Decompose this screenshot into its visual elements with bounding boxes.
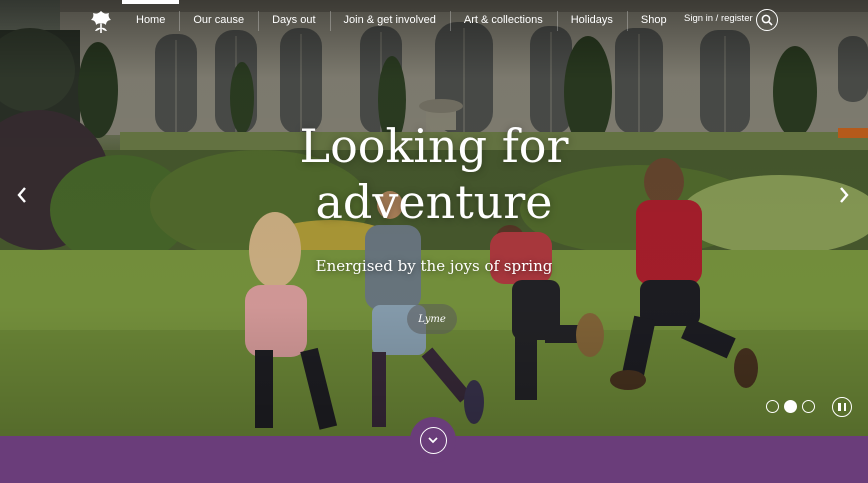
carousel-dot-3[interactable] [802, 400, 815, 413]
hero-headline-line2: adventure [315, 175, 553, 229]
carousel-dot-2[interactable] [784, 400, 797, 413]
hero-headline: Looking for adventure [0, 118, 868, 230]
chevron-right-icon [840, 187, 849, 203]
nav-join-get-involved[interactable]: Join & get involved [329, 0, 450, 40]
location-tag[interactable]: Lyme [407, 304, 457, 334]
search-button[interactable] [756, 9, 778, 31]
pause-icon [838, 403, 841, 411]
carousel-next-button[interactable] [833, 183, 855, 207]
chevron-down-icon [428, 437, 438, 444]
oak-leaf-logo-icon[interactable] [88, 9, 114, 35]
nav-art-collections[interactable]: Art & collections [449, 0, 557, 40]
chevron-left-icon [17, 187, 26, 203]
search-icon [761, 14, 773, 26]
sign-in-register-link[interactable]: Sign in / register [684, 13, 753, 24]
nav-days-out[interactable]: Days out [258, 0, 329, 40]
scroll-down-button[interactable] [410, 417, 456, 463]
nav-home[interactable]: Home [122, 0, 180, 40]
carousel-dot-1[interactable] [766, 400, 779, 413]
hero-subheadline: Energised by the joys of spring [315, 257, 553, 275]
carousel-pause-button[interactable] [832, 397, 852, 417]
carousel-indicators [766, 400, 815, 413]
hero-headline-line1: Looking for [299, 119, 569, 173]
nav-holidays[interactable]: Holidays [556, 0, 627, 40]
nav-shop[interactable]: Shop [626, 0, 681, 40]
main-nav: Home Our cause Days out Join & get invol… [122, 0, 681, 40]
nav-our-cause[interactable]: Our cause [179, 0, 258, 40]
carousel-prev-button[interactable] [11, 183, 33, 207]
